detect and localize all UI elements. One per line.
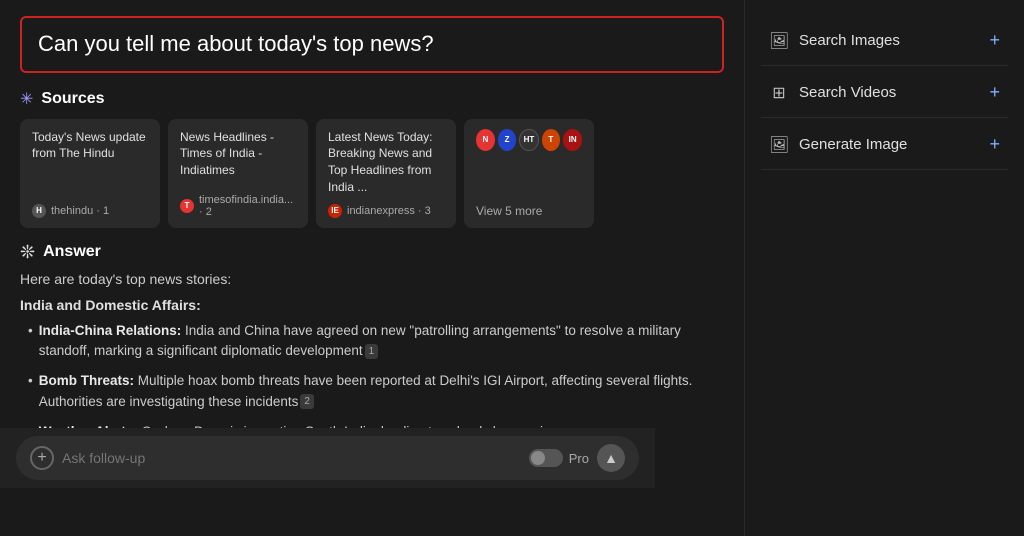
source-favicon-1: H	[32, 204, 46, 218]
sidebar-item-generate-image[interactable]: 🖼 Generate Image +	[761, 120, 1008, 170]
source-card-2-title: News Headlines - Times of India - Indiat…	[180, 129, 296, 179]
sidebar-item-left-videos: ⊞ Search Videos	[769, 83, 896, 103]
source-card-3-footer: IE indianexpress · 3	[328, 204, 444, 218]
bullet-list: India-China Relations: India and China h…	[20, 321, 724, 442]
search-videos-plus-icon: +	[989, 82, 1000, 103]
follow-up-input[interactable]	[62, 450, 521, 466]
view-more-text: View 5 more	[476, 204, 582, 218]
sidebar-item-left-generate: 🖼 Generate Image	[769, 135, 907, 155]
multi-icons: N Z HT T IN	[476, 129, 582, 151]
pro-toggle-switch[interactable]	[529, 449, 563, 467]
sidebar-item-search-images[interactable]: 🖼 Search Images +	[761, 16, 1008, 66]
sources-cards: Today's News update from The Hindu H the…	[20, 119, 724, 228]
generate-image-icon: 🖼	[769, 135, 789, 155]
multi-icon-toi2: T	[542, 129, 561, 151]
answer-header: ❊ Answer	[20, 242, 724, 263]
bullet-item-2: Bomb Threats: Multiple hoax bomb threats…	[28, 371, 724, 412]
send-button[interactable]: ▲	[597, 444, 625, 472]
answer-intro: Here are today's top news stories:	[20, 271, 724, 287]
sources-header: ✳ Sources	[20, 89, 724, 109]
follow-up-bar: + Pro ▲	[0, 428, 655, 488]
toggle-knob	[531, 451, 545, 465]
bullet-term-2: Bomb Threats:	[39, 373, 134, 388]
answer-section: ❊ Answer Here are today's top news stori…	[20, 242, 724, 442]
source-card-1-title: Today's News update from The Hindu	[32, 129, 148, 163]
search-images-label: Search Images	[799, 32, 900, 49]
search-videos-icon: ⊞	[769, 83, 789, 103]
ref-badge-1: 1	[365, 344, 379, 359]
source-card-multi[interactable]: N Z HT T IN View 5 more	[464, 119, 594, 228]
source-card-2[interactable]: News Headlines - Times of India - Indiat…	[168, 119, 308, 228]
bullet-item-1: India-China Relations: India and China h…	[28, 321, 724, 362]
pro-label: Pro	[569, 451, 589, 466]
source-domain-1: thehindu · 1	[51, 205, 109, 217]
source-card-1[interactable]: Today's News update from The Hindu H the…	[20, 119, 160, 228]
generate-image-label: Generate Image	[799, 136, 907, 153]
source-domain-2: timesofindia.india... · 2	[199, 194, 296, 218]
source-domain-3: indianexpress · 3	[347, 205, 431, 217]
source-card-3-title: Latest News Today: Breaking News and Top…	[328, 129, 444, 196]
ref-badge-2: 2	[300, 394, 314, 409]
sources-icon: ✳	[20, 89, 33, 109]
sidebar-item-search-videos[interactable]: ⊞ Search Videos +	[761, 68, 1008, 118]
source-card-2-footer: T timesofindia.india... · 2	[180, 194, 296, 218]
source-favicon-2: T	[180, 199, 194, 213]
pro-toggle: Pro	[529, 449, 589, 467]
multi-icon-ndtv: N	[476, 129, 495, 151]
sources-section: ✳ Sources Today's News update from The H…	[20, 89, 724, 228]
search-images-icon: 🖼	[769, 31, 789, 51]
answer-label: Answer	[43, 243, 101, 261]
source-card-3[interactable]: Latest News Today: Breaking News and Top…	[316, 119, 456, 228]
answer-icon: ❊	[20, 242, 35, 263]
search-videos-label: Search Videos	[799, 84, 896, 101]
follow-up-input-wrap: + Pro ▲	[16, 436, 639, 480]
source-favicon-3: IE	[328, 204, 342, 218]
search-images-plus-icon: +	[989, 30, 1000, 51]
query-text: Can you tell me about today's top news?	[38, 30, 706, 59]
multi-icon-zee: Z	[498, 129, 517, 151]
bullet-text-2: Multiple hoax bomb threats have been rep…	[39, 373, 693, 408]
sources-label: Sources	[41, 90, 104, 108]
add-attachment-button[interactable]: +	[30, 446, 54, 470]
sidebar: 🖼 Search Images + ⊞ Search Videos + 🖼 Ge…	[744, 0, 1024, 536]
sidebar-item-left-images: 🖼 Search Images	[769, 31, 900, 51]
multi-icon-ht: HT	[519, 129, 538, 151]
bullet-term-1: India-China Relations:	[39, 323, 182, 338]
multi-icon-in: IN	[563, 129, 582, 151]
query-box: Can you tell me about today's top news?	[20, 16, 724, 73]
generate-image-plus-icon: +	[989, 134, 1000, 155]
section-heading: India and Domestic Affairs:	[20, 297, 724, 313]
source-card-1-footer: H thehindu · 1	[32, 204, 148, 218]
